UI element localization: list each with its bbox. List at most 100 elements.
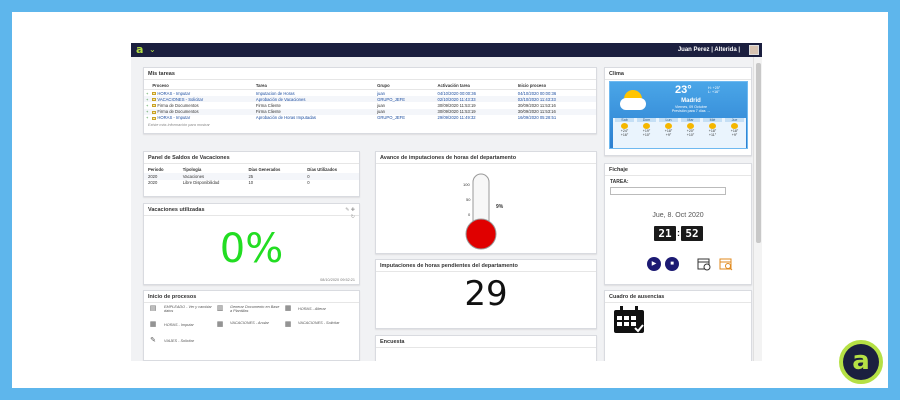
- cell-tipologia: Libre Disponibilidad: [182, 180, 220, 186]
- weather-widget[interactable]: 23° H: +25° L: +16° Madrid Viernes, 09 O…: [609, 81, 748, 149]
- tarea-input[interactable]: [610, 187, 726, 195]
- cell-inicio: 04/10/2020 00:00:36: [517, 90, 557, 96]
- cell-proceso[interactable]: HORAS - Imputar: [157, 91, 190, 96]
- col-tarea: Tarea: [253, 82, 376, 90]
- process-link[interactable]: HORAS - Alterar: [298, 307, 358, 311]
- col-grupo: Grupo: [375, 82, 436, 90]
- fichaje-date: Jue, 8. Oct 2020: [652, 212, 704, 219]
- folder-icon: [152, 98, 157, 102]
- cell-dias-generados: 10: [248, 180, 254, 186]
- forecast-link[interactable]: Previsión para 7 días →: [658, 109, 724, 113]
- clock-minutes: 52: [681, 226, 703, 241]
- encuesta-panel: Encuesta: [375, 335, 597, 361]
- cell-grupo: juan: [377, 90, 386, 96]
- cell-proceso[interactable]: HORAS - Imputar: [157, 115, 190, 120]
- day-low: +10°: [686, 133, 695, 137]
- panel-title: Inicio de procesos: [144, 291, 359, 303]
- day-name: Mar: [681, 118, 700, 122]
- cloud-icon: [620, 98, 646, 110]
- brand-logo[interactable]: a: [136, 43, 143, 57]
- brand-badge: a: [837, 338, 885, 386]
- saldos-table: Periodo Tipología Días Generados Días Ut…: [144, 166, 359, 186]
- day-low: +9°: [665, 133, 672, 137]
- calendar-search-icon[interactable]: [719, 257, 733, 271]
- forecast-day: Dom +19° +10°: [637, 118, 656, 148]
- refresh-icon[interactable]: ↻: [351, 214, 355, 220]
- id-card-icon[interactable]: ▤: [149, 305, 157, 313]
- cell-proceso[interactable]: VACACIONES - Solicitar: [157, 97, 203, 102]
- temp-range: H: +25° L: +16°: [708, 86, 721, 94]
- forecast-days: Sab +24° +16° Dom +19° +10° Lun +18° +9°…: [613, 118, 746, 148]
- panel-title: Avance de imputaciones de horas del depa…: [376, 152, 596, 164]
- tasks-table: Proceso Tarea Grupo Activación tarea Ini…: [144, 82, 596, 121]
- stop-icon[interactable]: ■: [665, 257, 679, 271]
- forecast-day: Jue +18° +9°: [725, 118, 744, 148]
- tarea-label: TAREA:: [610, 179, 629, 185]
- current-temp: 23°: [675, 84, 692, 96]
- process-link[interactable]: VIAJES - Solicitar: [164, 339, 224, 343]
- clima-panel: Clima 23° H: +25° L: +16° Madrid Viernes…: [604, 67, 752, 156]
- user-label[interactable]: Juan Perez | Alterida |: [678, 43, 740, 57]
- cell-periodo: 2020: [148, 180, 158, 186]
- panel-title: Encuesta: [376, 336, 596, 348]
- process-link[interactable]: VACACIONES - Solicitar: [298, 321, 346, 325]
- forecast-date: Viernes, 09 Octubre Previsión para 7 día…: [658, 105, 724, 113]
- folder-icon: [152, 104, 157, 108]
- cell-proceso[interactable]: Firma de Documentos: [157, 103, 198, 108]
- tools-icon[interactable]: ✎ ✚: [345, 207, 355, 213]
- day-name: Lun: [659, 118, 678, 122]
- process-link[interactable]: VACACIONES - Anular: [230, 321, 278, 325]
- cell-dias-utilizados: 0: [307, 180, 310, 186]
- panel-title: Mis tareas: [144, 68, 596, 80]
- cell-proceso[interactable]: Firma de Documentos: [157, 109, 198, 114]
- panel-title: Cuadro de ausencias: [605, 291, 751, 303]
- expand-icon[interactable]: +: [146, 103, 148, 108]
- pencil-icon[interactable]: ✎: [149, 337, 157, 345]
- col-inicio: Inicio proceso: [515, 82, 596, 90]
- day-name: Sab: [615, 118, 634, 122]
- calendar-icon[interactable]: ▦: [149, 321, 157, 329]
- avatar[interactable]: [749, 45, 759, 55]
- thermometer-gauge: 100 50 0 9%: [463, 173, 504, 250]
- expand-icon[interactable]: +: [146, 91, 148, 96]
- pendientes-panel: Imputaciones de horas pendientes del dep…: [375, 259, 597, 329]
- chevron-down-icon[interactable]: ⌄: [149, 43, 156, 57]
- calendar-add-icon[interactable]: ▦: [284, 321, 292, 329]
- col-tipologia: Tipología: [182, 167, 202, 172]
- process-link[interactable]: Generar Documento en Base a Plantillas: [230, 305, 282, 313]
- scrollbar[interactable]: [753, 57, 762, 361]
- dashboard: Mis tareas Proceso Tarea Grupo Activació…: [131, 57, 753, 361]
- forecast-day: Mié +18° +11°: [703, 118, 722, 148]
- expand-icon[interactable]: +: [146, 97, 148, 102]
- cell-periodo: 2020: [144, 173, 179, 180]
- folder-icon: [152, 110, 157, 114]
- forecast-day: Mar +20° +10°: [681, 118, 700, 148]
- cell-activacion: 04/10/2020 00:00:36: [437, 90, 476, 96]
- day-name: Jue: [725, 118, 744, 122]
- document-icon[interactable]: ▥: [216, 305, 224, 313]
- clock-separator: :: [677, 228, 680, 238]
- expand-icon[interactable]: +: [146, 109, 148, 114]
- process-link[interactable]: EMPLEADO - Ver y cambiar datos: [164, 305, 212, 313]
- day-low: +16°: [620, 133, 629, 137]
- expand-icon[interactable]: +: [146, 115, 148, 120]
- process-link[interactable]: HORAS - Imputar: [164, 323, 212, 327]
- folder-icon: [152, 116, 157, 120]
- calendar-icon[interactable]: [613, 306, 645, 334]
- calendar-icon[interactable]: ▦: [284, 305, 292, 313]
- play-icon[interactable]: ▶: [647, 257, 661, 271]
- panel-title: Clima: [605, 68, 751, 80]
- scale-label: 50: [466, 197, 471, 202]
- scrollbar-thumb[interactable]: [756, 63, 761, 243]
- cell-tarea[interactable]: Imputacion de Horas: [254, 90, 375, 97]
- percent-value: 0%: [219, 226, 284, 272]
- calendar-cancel-icon[interactable]: ▦: [216, 321, 224, 329]
- day-low: +10°: [642, 133, 651, 137]
- app-window: a ⌄ Juan Perez | Alterida | Mis tareas P…: [131, 43, 762, 361]
- table-row: 2020 Libre Disponibilidad 10 0: [144, 180, 359, 187]
- more-info-note[interactable]: Existe más información para mostrar: [144, 121, 596, 129]
- calendar-clock-icon[interactable]: [697, 257, 711, 271]
- brand-badge-letter: a: [843, 344, 879, 380]
- cell-tipologia: Vacaciones: [178, 173, 245, 180]
- table-row[interactable]: + HORAS - Imputar Imputacion de Horas ju…: [144, 90, 596, 97]
